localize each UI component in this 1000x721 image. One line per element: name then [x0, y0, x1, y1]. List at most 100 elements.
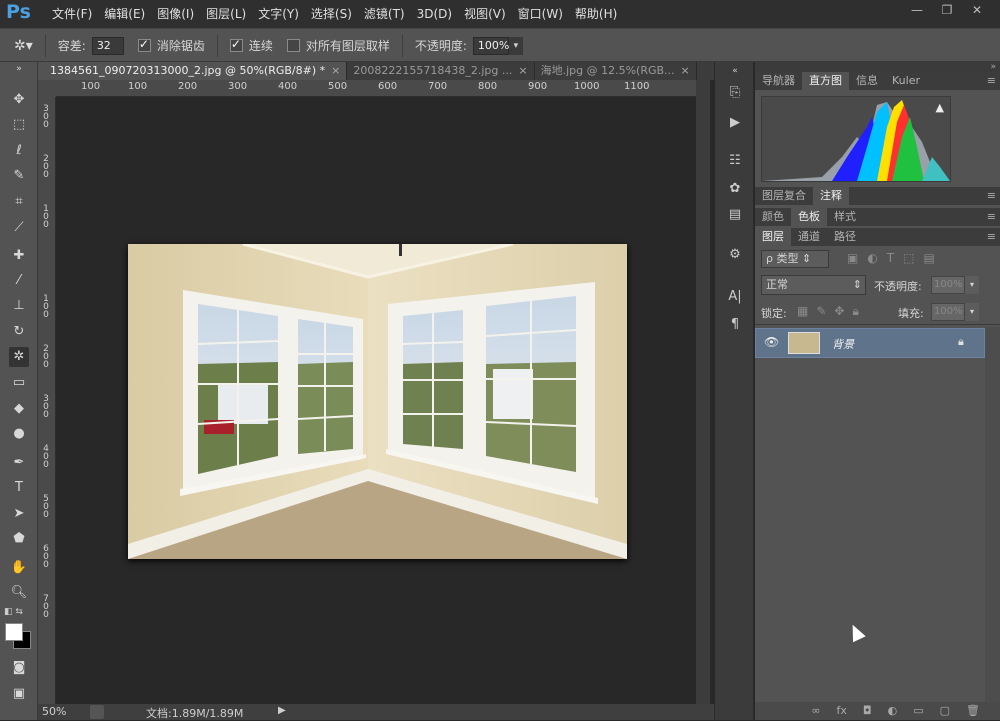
panel-menu-icon[interactable]: ≡: [987, 187, 996, 205]
pen-tool-icon[interactable]: ✒: [9, 453, 29, 473]
zoom-level[interactable]: 50%: [42, 705, 66, 718]
marquee-tool-icon[interactable]: ⬚: [9, 115, 29, 135]
status-options-icon[interactable]: [90, 705, 104, 719]
adjustment-layer-icon[interactable]: ◐: [888, 702, 898, 720]
menu-help[interactable]: 帮助(H): [569, 6, 623, 22]
tolerance-input[interactable]: 32: [91, 36, 124, 55]
clone-stamp-tool-icon[interactable]: ⊥: [9, 296, 29, 316]
panel-menu-icon[interactable]: ≡: [987, 228, 996, 246]
gradient-tool-icon[interactable]: ▭: [9, 373, 29, 393]
adjustments-panel-icon[interactable]: ☷: [725, 152, 745, 170]
menu-select[interactable]: 选择(S): [305, 6, 358, 22]
quick-select-tool-icon[interactable]: ✎: [9, 166, 29, 186]
link-layers-icon[interactable]: ∞: [811, 702, 820, 720]
menu-type[interactable]: 文字(Y): [252, 6, 305, 22]
path-select-tool-icon[interactable]: ➤: [9, 504, 29, 524]
clone-source-icon[interactable]: ▤: [725, 206, 745, 224]
tab-info[interactable]: 信息: [849, 72, 885, 90]
tab-color[interactable]: 颜色: [755, 208, 791, 226]
menu-edit[interactable]: 编辑(E): [98, 6, 151, 22]
tab-close-icon[interactable]: ×: [681, 64, 690, 77]
history-brush-tool-icon[interactable]: ↻: [9, 322, 29, 342]
magic-wand-tool-icon[interactable]: ✲: [9, 347, 29, 367]
zoom-tool-icon[interactable]: 🔍︎: [9, 583, 29, 603]
expand-panels-icon[interactable]: «: [725, 62, 745, 80]
opacity-dropdown-icon[interactable]: ▾: [508, 36, 523, 55]
fill-input[interactable]: 100%: [931, 303, 965, 321]
menu-3d[interactable]: 3D(D): [411, 6, 458, 22]
default-colors-icon[interactable]: ◧ ⇆: [4, 607, 23, 617]
contiguous-checkbox[interactable]: [229, 37, 243, 52]
menu-file[interactable]: 文件(F): [46, 6, 98, 22]
delete-layer-icon[interactable]: 🗑: [966, 702, 980, 720]
layers-scrollbar[interactable]: [985, 327, 1000, 702]
healing-brush-tool-icon[interactable]: ✚: [9, 246, 29, 266]
magic-wand-preset-icon[interactable]: ✲▾: [14, 38, 33, 54]
eyedropper-tool-icon[interactable]: ⟋: [9, 218, 29, 238]
character-panel-icon[interactable]: A|: [725, 288, 745, 306]
tab-layer-comps[interactable]: 图层复合: [755, 187, 813, 205]
warning-icon[interactable]: ▲: [936, 101, 944, 114]
collapse-panels-icon[interactable]: »: [990, 62, 996, 72]
menu-window[interactable]: 窗口(W): [512, 6, 569, 22]
layer-opacity-input[interactable]: 100%: [931, 276, 965, 294]
menu-image[interactable]: 图像(I): [151, 6, 200, 22]
screen-mode-icon[interactable]: ▣: [9, 684, 29, 704]
new-group-icon[interactable]: ▭: [913, 702, 923, 720]
lock-icons[interactable]: ▦✎✥🔒︎: [797, 304, 867, 319]
tab-document-3[interactable]: 海地.jpg @ 12.5%(RGB... ×: [535, 62, 697, 80]
layer-row-background[interactable]: 👁︎ 背景 🔒︎: [755, 328, 985, 358]
actions-panel-icon[interactable]: ▶: [725, 114, 745, 132]
quick-mask-icon[interactable]: ◙: [9, 658, 29, 678]
visibility-eye-icon[interactable]: 👁︎: [764, 335, 779, 349]
layer-mask-icon[interactable]: ◘: [863, 702, 872, 720]
tab-styles[interactable]: 样式: [827, 208, 863, 226]
tab-channels[interactable]: 通道: [791, 228, 827, 246]
foreground-color-swatch[interactable]: [5, 623, 23, 641]
blur-tool-icon[interactable]: ◆: [9, 399, 29, 419]
panel-menu-icon[interactable]: ≡: [987, 208, 996, 226]
crop-tool-icon[interactable]: ⌗: [9, 192, 29, 212]
tab-document-2[interactable]: 2008222155718438_2.jpg ... ×: [347, 62, 535, 80]
properties-panel-icon[interactable]: ⚙: [725, 246, 745, 264]
tab-paths[interactable]: 路径: [827, 228, 863, 246]
filter-icons[interactable]: ▣◐T⬚▤: [847, 251, 944, 265]
layer-filter-select[interactable]: ρ 类型 ⇕: [761, 250, 829, 268]
status-menu-arrow-icon[interactable]: ▶: [278, 705, 286, 716]
move-tool-icon[interactable]: ✥: [9, 90, 29, 110]
vertical-scrollbar[interactable]: [696, 80, 710, 704]
layer-name[interactable]: 背景: [832, 336, 854, 352]
tab-swatches[interactable]: 色板: [791, 208, 827, 226]
collapse-toolbox-icon[interactable]: »: [9, 64, 29, 74]
tab-close-icon[interactable]: ×: [331, 64, 340, 77]
document-image[interactable]: [128, 244, 627, 559]
minimize-button[interactable]: —: [904, 3, 930, 19]
opacity-input[interactable]: 100%: [472, 36, 509, 55]
fill-dropdown-icon[interactable]: ▾: [965, 303, 979, 321]
tab-layers[interactable]: 图层: [755, 228, 791, 246]
paragraph-panel-icon[interactable]: ¶: [725, 316, 745, 334]
brush-tool-icon[interactable]: ⁄: [9, 271, 29, 291]
history-panel-icon[interactable]: ⎘: [725, 84, 745, 102]
vertical-ruler[interactable]: 3 0 0 2 0 0 1 0 0 1 0 0 2 0 0 3 0 0 4 0 …: [38, 97, 56, 704]
menu-layer[interactable]: 图层(L): [200, 6, 252, 22]
dodge-tool-icon[interactable]: ●: [9, 424, 29, 444]
type-tool-icon[interactable]: T: [9, 478, 29, 498]
tab-kuler[interactable]: Kuler: [885, 72, 927, 90]
close-button[interactable]: ✕: [964, 3, 990, 19]
tab-document-1[interactable]: 1384561_090720313000_2.jpg @ 50%(RGB/8#)…: [38, 62, 348, 80]
tab-navigator[interactable]: 导航器: [755, 72, 802, 90]
brush-presets-icon[interactable]: ✿: [725, 180, 745, 198]
shape-tool-icon[interactable]: ⬟: [9, 529, 29, 549]
restore-button[interactable]: ❐: [934, 3, 960, 19]
opacity-dropdown-icon[interactable]: ▾: [965, 276, 979, 294]
layer-style-icon[interactable]: fx: [837, 702, 847, 720]
lasso-tool-icon[interactable]: ℓ: [9, 141, 29, 161]
new-layer-icon[interactable]: ▢: [940, 702, 950, 720]
tab-histogram[interactable]: 直方图: [802, 72, 849, 90]
antialias-checkbox[interactable]: [137, 37, 151, 52]
menu-view[interactable]: 视图(V): [458, 6, 512, 22]
hand-tool-icon[interactable]: ✋: [9, 558, 29, 578]
horizontal-ruler[interactable]: 100 100 200 300 400 500 600 700 800 900 …: [56, 80, 696, 97]
tab-notes[interactable]: 注释: [813, 187, 849, 205]
